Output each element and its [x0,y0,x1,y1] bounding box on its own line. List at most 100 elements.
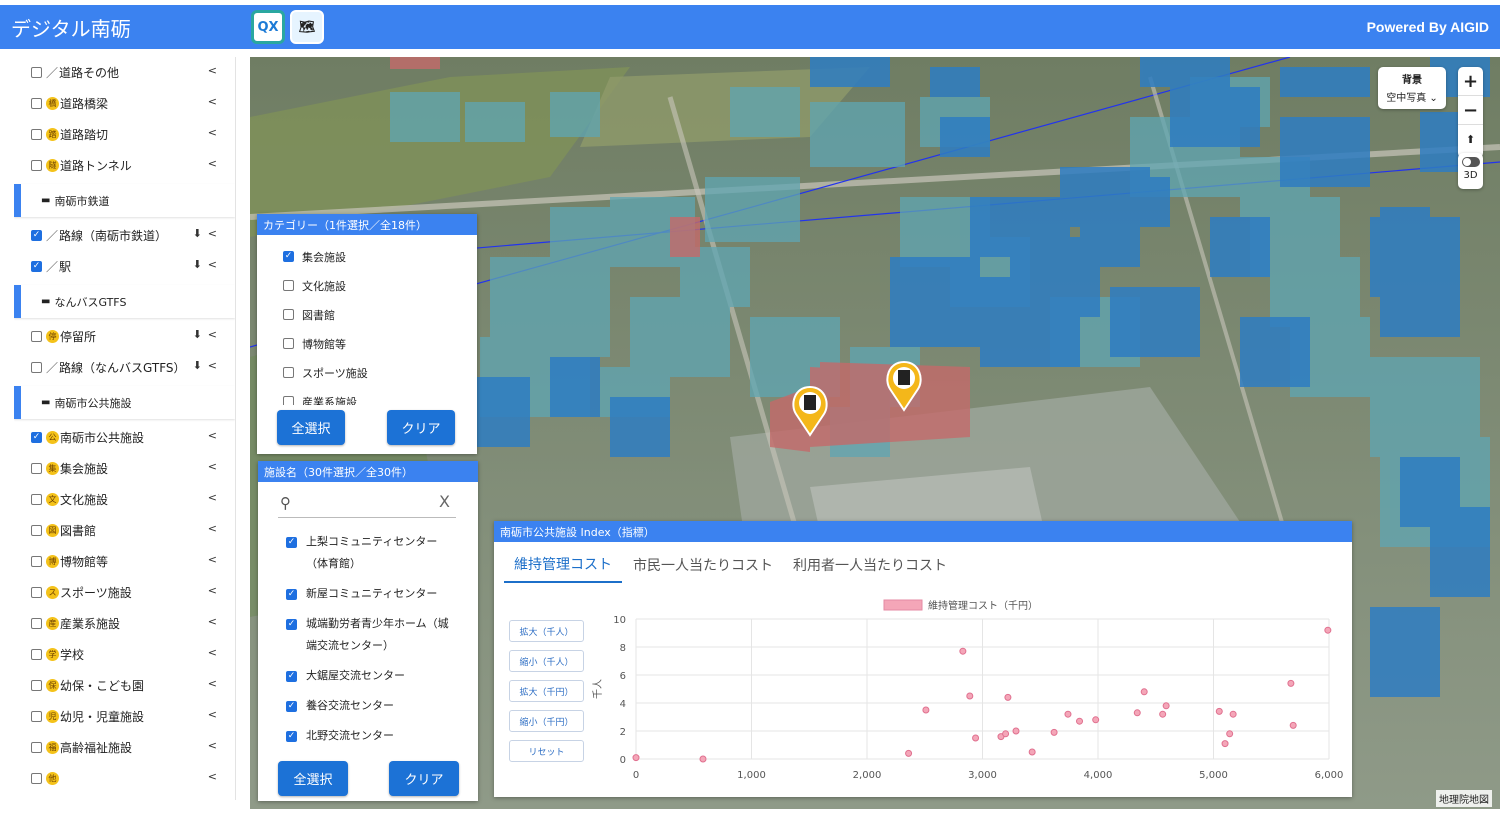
scatter-chart[interactable]: 0 2 4 6 8 10 0 1,000 2,000 3,000 4,000 5,000 6,000 千人… [589,591,1354,791]
layer-checkbox[interactable] [31,362,42,373]
layer-checkbox[interactable] [31,129,42,140]
share-icon[interactable]: < [208,646,217,659]
category-option[interactable]: 博物館等 [257,329,477,358]
category-clear-button[interactable]: クリア [387,410,455,445]
layer-sidebar[interactable]: ／道路その他 < 橋道路橋梁 < 踏道路踏切 < 隧道路トンネル < ▬ 南砺市鉄道 ✓ ／路線（南砺… [14,57,236,800]
tab-cost-per-user[interactable]: 利用者一人当たりコスト [790,547,950,583]
download-icon[interactable]: ⬇ [193,328,202,341]
zoom-in-cost-button[interactable]: 拡大（千円） [509,680,584,702]
category-option[interactable]: 産業系施設 [257,387,477,405]
layer-checkbox[interactable] [31,742,42,753]
facility-item[interactable]: ✓ 養谷交流センター [258,695,478,717]
facility-checkbox[interactable]: ✓ [286,671,297,682]
share-icon[interactable]: < [208,491,217,504]
share-icon[interactable]: < [208,770,217,783]
share-icon[interactable]: < [208,522,217,535]
layer-item[interactable]: ／道路その他 < [14,57,235,88]
layer-item[interactable]: 学学校 < [14,639,235,670]
layer-checkbox[interactable] [31,98,42,109]
layer-item[interactable]: ススポーツ施設 < [14,577,235,608]
zoom-out-population-button[interactable]: 縮小（千人） [509,650,584,672]
layer-checkbox[interactable] [31,463,42,474]
share-icon[interactable]: < [208,553,217,566]
layer-item[interactable]: ／路線（なんバスGTFS） ⬇ < [14,352,235,383]
facility-search-input[interactable] [304,493,424,513]
share-icon[interactable]: < [208,258,217,271]
layer-item[interactable]: 隧道路トンネル < [14,150,235,181]
share-icon[interactable]: < [208,157,217,170]
zoom-in-population-button[interactable]: 拡大（千人） [509,620,584,642]
share-icon[interactable]: < [208,359,217,372]
layer-item[interactable]: 踏道路踏切 < [14,119,235,150]
category-option[interactable]: 図書館 [257,300,477,329]
tab-cost-per-citizen[interactable]: 市民一人当たりコスト [630,547,776,583]
layer-item[interactable]: 他 < [14,763,235,794]
share-icon[interactable]: < [208,227,217,240]
layer-group-header[interactable]: ▬ 南砺市公共施設 [14,386,235,419]
category-select-all-button[interactable]: 全選択 [277,410,345,445]
layer-item[interactable]: 保幼保・こども園 < [14,670,235,701]
download-icon[interactable]: ⬇ [193,258,202,271]
layer-group-header[interactable]: ▬ 南砺市鉄道 [14,184,235,217]
layer-item[interactable]: ✓ ／路線（南砺市鉄道） ⬇ < [14,220,235,251]
facility-checkbox[interactable]: ✓ [286,731,297,742]
layer-checkbox[interactable]: ✓ [31,261,42,272]
facility-checkbox[interactable]: ✓ [286,537,297,548]
layer-item[interactable]: 文文化施設 < [14,484,235,515]
facility-select-all-button[interactable]: 全選択 [278,761,348,796]
layer-item[interactable]: 橋道路橋梁 < [14,88,235,119]
compass-icon[interactable]: ⬆ [1458,125,1483,155]
layer-checkbox[interactable] [31,331,42,342]
layer-checkbox[interactable] [31,680,42,691]
category-checkbox[interactable] [283,338,294,349]
layer-group-header[interactable]: ▬ なんバスGTFS [14,285,235,318]
layer-checkbox[interactable] [31,494,42,505]
category-option[interactable]: スポーツ施設 [257,358,477,387]
layer-item[interactable]: 図図書館 < [14,515,235,546]
layer-item[interactable]: 福高齢福祉施設 < [14,732,235,763]
layer-item[interactable]: 産産業系施設 < [14,608,235,639]
category-option[interactable]: ✓ 集会施設 [257,242,477,271]
layer-checkbox[interactable] [31,711,42,722]
zoom-out-button[interactable]: − [1458,96,1483,125]
layer-item[interactable]: 集集会施設 < [14,453,235,484]
facility-checkbox[interactable]: ✓ [286,701,297,712]
share-icon[interactable]: < [208,64,217,77]
reset-zoom-button[interactable]: リセット [509,740,584,762]
share-icon[interactable]: < [208,126,217,139]
zoom-out-cost-button[interactable]: 縮小（千円） [509,710,584,732]
facility-item[interactable]: ✓ 北野交流センター [258,725,478,747]
download-icon[interactable]: ⬇ [193,359,202,372]
layer-checkbox[interactable] [31,587,42,598]
download-icon[interactable]: ⬇ [193,227,202,240]
facility-item[interactable]: ✓ 城端勤労者青少年ホーム（城端交流センター） [258,613,478,657]
layer-item[interactable]: 停停留所 ⬇ < [14,321,235,352]
category-checkbox[interactable]: ✓ [283,251,294,262]
toggle-3d[interactable]: 3D [1458,153,1483,189]
layer-checkbox[interactable] [31,556,42,567]
share-icon[interactable]: < [208,677,217,690]
facility-clear-button[interactable]: クリア [389,761,459,796]
background-selector[interactable]: 背景 空中写真 ⌄ [1378,67,1446,109]
layer-checkbox[interactable] [31,649,42,660]
facility-item[interactable]: ✓ 上梨コミュニティセンター（体育館） [258,531,478,575]
layer-checkbox[interactable]: ✓ [31,432,42,443]
category-checkbox[interactable] [283,367,294,378]
tab-maintenance-cost[interactable]: 維持管理コスト [504,547,622,583]
zoom-in-button[interactable]: + [1458,67,1483,96]
index-chart[interactable]: 0 2 4 6 8 10 0 1,000 2,000 3,000 4,000 5,000 6,000 千人… [589,591,1354,791]
layer-checkbox[interactable] [31,773,42,784]
category-option[interactable]: 文化施設 [257,271,477,300]
qgis-app-icon[interactable]: QX [251,10,285,44]
category-checkbox[interactable] [283,396,294,405]
share-icon[interactable]: < [208,615,217,628]
layer-checkbox[interactable] [31,525,42,536]
category-checkbox[interactable] [283,309,294,320]
layer-checkbox[interactable] [31,618,42,629]
share-icon[interactable]: < [208,584,217,597]
map-attribution[interactable]: 地理院地図 [1436,790,1492,807]
share-icon[interactable]: < [208,328,217,341]
facility-checkbox[interactable]: ✓ [286,589,297,600]
layer-checkbox[interactable] [31,67,42,78]
map-app-icon[interactable]: 🗺 [290,10,324,44]
